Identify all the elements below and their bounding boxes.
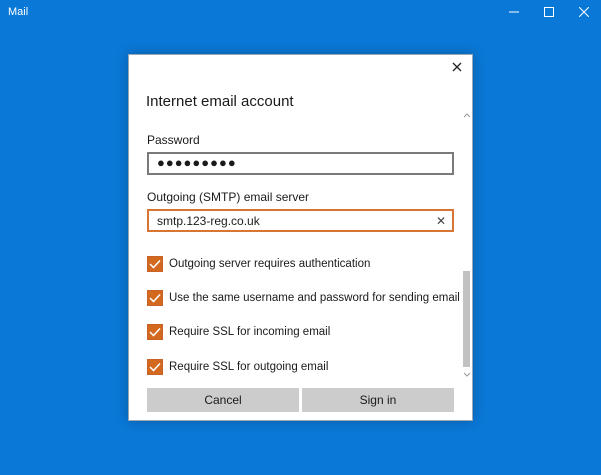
smtp-server-value: smtp.123-reg.co.uk bbox=[157, 214, 260, 228]
checkbox-ssl-outgoing[interactable] bbox=[147, 359, 163, 375]
close-icon bbox=[452, 62, 462, 72]
chevron-up-icon[interactable] bbox=[463, 111, 471, 119]
chevron-down-icon[interactable] bbox=[463, 371, 471, 379]
dialog-close-button[interactable] bbox=[447, 57, 467, 77]
clear-icon[interactable]: ✕ bbox=[434, 213, 448, 228]
checkbox-same-credentials[interactable] bbox=[147, 290, 163, 306]
password-label: Password bbox=[147, 133, 200, 147]
password-value: ●●●●●●●●● bbox=[157, 155, 237, 170]
account-dialog: Internet email account Password ●●●●●●●●… bbox=[128, 54, 473, 421]
password-field[interactable]: ●●●●●●●●● bbox=[147, 152, 454, 175]
option-label: Require SSL for outgoing email bbox=[169, 361, 329, 373]
checkbox-ssl-incoming[interactable] bbox=[147, 324, 163, 340]
window-close-button[interactable] bbox=[567, 0, 601, 24]
smtp-label: Outgoing (SMTP) email server bbox=[147, 190, 310, 204]
option-label: Use the same username and password for s… bbox=[169, 292, 460, 304]
option-label: Require SSL for incoming email bbox=[169, 326, 331, 338]
minimize-icon bbox=[509, 11, 519, 13]
app-title: Mail bbox=[8, 6, 29, 18]
smtp-server-field[interactable]: smtp.123-reg.co.uk ✕ bbox=[147, 209, 454, 232]
maximize-button[interactable] bbox=[532, 0, 566, 24]
option-label: Outgoing server requires authentication bbox=[169, 258, 371, 270]
close-icon bbox=[579, 7, 589, 17]
option-auth[interactable]: Outgoing server requires authentication bbox=[147, 255, 370, 273]
option-same-credentials[interactable]: Use the same username and password for s… bbox=[147, 289, 460, 307]
checkbox-auth[interactable] bbox=[147, 256, 163, 272]
minimize-button[interactable] bbox=[497, 0, 531, 24]
option-ssl-incoming[interactable]: Require SSL for incoming email bbox=[147, 323, 330, 341]
dialog-title: Internet email account bbox=[146, 93, 294, 110]
scrollbar[interactable] bbox=[462, 111, 472, 381]
scroll-thumb[interactable] bbox=[463, 271, 470, 367]
option-ssl-outgoing[interactable]: Require SSL for outgoing email bbox=[147, 358, 328, 376]
checkmark-icon bbox=[149, 293, 161, 303]
sign-in-button[interactable]: Sign in bbox=[302, 388, 454, 412]
checkmark-icon bbox=[149, 327, 161, 337]
maximize-icon bbox=[544, 7, 554, 17]
checkmark-icon bbox=[149, 259, 161, 269]
cancel-button[interactable]: Cancel bbox=[147, 388, 299, 412]
title-bar: Mail bbox=[0, 0, 601, 24]
checkmark-icon bbox=[149, 362, 161, 372]
